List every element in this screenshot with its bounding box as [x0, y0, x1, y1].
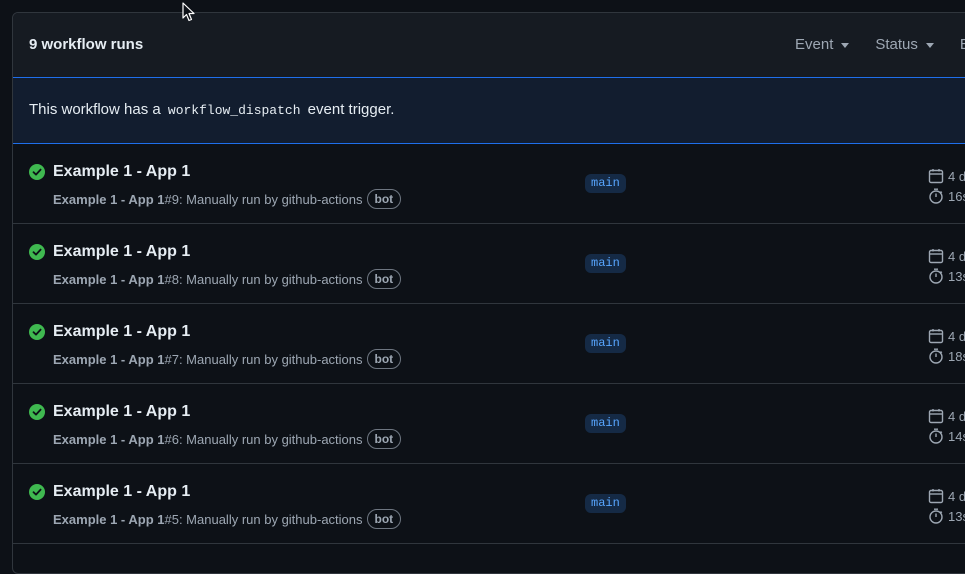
stopwatch-icon: [929, 428, 943, 444]
notice-text: This workflow has a workflow_dispatch ev…: [29, 101, 394, 118]
run-meta: Example 1 - App 1 #7: Manually run by gi…: [53, 349, 402, 369]
stopwatch-icon: [929, 188, 943, 204]
run-timing: 4 d 13s: [928, 246, 965, 286]
status-filter-label: Status: [875, 36, 918, 53]
run-duration-text: 13s: [948, 508, 965, 524]
run-date-text: 4 d: [948, 408, 965, 424]
branch-badge[interactable]: main: [585, 254, 626, 273]
run-duration: 13s: [928, 266, 965, 286]
branch-badge[interactable]: main: [585, 174, 626, 193]
run-duration-text: 18s: [948, 348, 965, 364]
notice-suffix: event trigger.: [303, 101, 395, 118]
runs-count: 9 workflow runs: [29, 36, 144, 53]
stopwatch-icon: [929, 348, 943, 364]
workflow-run-row[interactable]: Example 1 - App 1 Example 1 - App 1 #8: …: [13, 224, 965, 304]
run-date-text: 4 d: [948, 248, 965, 264]
check-circle-icon: [29, 324, 45, 340]
stopwatch-icon: [929, 508, 943, 524]
run-meta-text: #6: Manually run by github-actions: [164, 431, 363, 447]
workflow-runs-panel: 9 workflow runs Event Status B This work…: [12, 12, 965, 574]
branch-badge[interactable]: main: [585, 414, 626, 433]
bot-badge: bot: [366, 269, 402, 289]
caret-down-icon: [925, 43, 934, 48]
run-meta-text: #7: Manually run by github-actions: [164, 351, 363, 367]
calendar-icon: [928, 249, 944, 264]
run-title-link[interactable]: Example 1 - App 1: [53, 243, 190, 261]
run-meta: Example 1 - App 1 #6: Manually run by gi…: [53, 429, 402, 449]
run-date: 4 d: [928, 486, 965, 506]
workflow-run-row[interactable]: Example 1 - App 1 Example 1 - App 1 #7: …: [13, 304, 965, 384]
run-date: 4 d: [928, 166, 965, 186]
bot-badge: bot: [366, 189, 402, 209]
branch-badge[interactable]: main: [585, 334, 626, 353]
calendar-icon: [928, 329, 944, 344]
dispatch-notice: This workflow has a workflow_dispatch ev…: [13, 78, 965, 144]
notice-code: workflow_dispatch: [167, 103, 301, 118]
run-timing: 4 d 13s: [928, 486, 965, 526]
run-title-link[interactable]: Example 1 - App 1: [53, 163, 190, 181]
calendar-icon: [928, 489, 944, 504]
run-meta-workflow: Example 1 - App 1: [53, 431, 165, 447]
run-duration: 13s: [928, 506, 965, 526]
run-timing: 4 d 14s: [928, 406, 965, 446]
filter-bar: Event Status B: [795, 36, 965, 53]
notice-prefix: This workflow has a: [29, 101, 165, 118]
run-duration: 14s: [928, 426, 965, 446]
stopwatch-icon: [929, 268, 943, 284]
check-circle-icon: [29, 404, 45, 420]
run-duration-text: 13s: [948, 268, 965, 284]
run-meta-workflow: Example 1 - App 1: [53, 351, 165, 367]
check-circle-icon: [29, 244, 45, 260]
calendar-icon: [928, 169, 944, 184]
run-date: 4 d: [928, 406, 965, 426]
run-meta-workflow: Example 1 - App 1: [53, 271, 165, 287]
bot-badge: bot: [366, 349, 402, 369]
workflow-run-row[interactable]: Example 1 - App 1 Example 1 - App 1 #6: …: [13, 384, 965, 464]
run-title-link[interactable]: Example 1 - App 1: [53, 403, 190, 421]
event-filter-label: Event: [795, 36, 834, 53]
run-date: 4 d: [928, 246, 965, 266]
branch-filter-label: B: [960, 36, 965, 53]
run-duration: 18s: [928, 346, 965, 366]
run-meta-workflow: Example 1 - App 1: [53, 511, 165, 527]
run-meta: Example 1 - App 1 #9: Manually run by gi…: [53, 189, 402, 209]
run-duration-text: 14s: [948, 428, 965, 444]
run-timing: 4 d 16s: [928, 166, 965, 206]
run-meta-text: #8: Manually run by github-actions: [164, 271, 363, 287]
calendar-icon: [928, 409, 944, 424]
run-timing: 4 d 18s: [928, 326, 965, 366]
run-date: 4 d: [928, 326, 965, 346]
mouse-cursor-icon: [182, 2, 195, 22]
run-meta-text: #5: Manually run by github-actions: [164, 511, 363, 527]
runs-list: Example 1 - App 1 Example 1 - App 1 #9: …: [13, 144, 965, 544]
run-date-text: 4 d: [948, 328, 965, 344]
workflow-run-row[interactable]: Example 1 - App 1 Example 1 - App 1 #9: …: [13, 144, 965, 224]
workflow-run-row[interactable]: Example 1 - App 1 Example 1 - App 1 #5: …: [13, 464, 965, 544]
branch-badge[interactable]: main: [585, 494, 626, 513]
run-date-text: 4 d: [948, 488, 965, 504]
branch-filter-button[interactable]: B: [960, 36, 965, 53]
status-filter-button[interactable]: Status: [875, 36, 934, 53]
check-circle-icon: [29, 164, 45, 180]
runs-header: 9 workflow runs Event Status B: [13, 13, 965, 78]
run-duration: 16s: [928, 186, 965, 206]
bot-badge: bot: [366, 509, 402, 529]
run-meta: Example 1 - App 1 #8: Manually run by gi…: [53, 269, 402, 289]
run-date-text: 4 d: [948, 168, 965, 184]
check-circle-icon: [29, 484, 45, 500]
run-meta-text: #9: Manually run by github-actions: [164, 191, 363, 207]
run-meta: Example 1 - App 1 #5: Manually run by gi…: [53, 509, 402, 529]
run-duration-text: 16s: [948, 188, 965, 204]
bot-badge: bot: [366, 429, 402, 449]
run-meta-workflow: Example 1 - App 1: [53, 191, 165, 207]
event-filter-button[interactable]: Event: [795, 36, 850, 53]
run-title-link[interactable]: Example 1 - App 1: [53, 323, 190, 341]
caret-down-icon: [841, 43, 850, 48]
run-title-link[interactable]: Example 1 - App 1: [53, 483, 190, 501]
